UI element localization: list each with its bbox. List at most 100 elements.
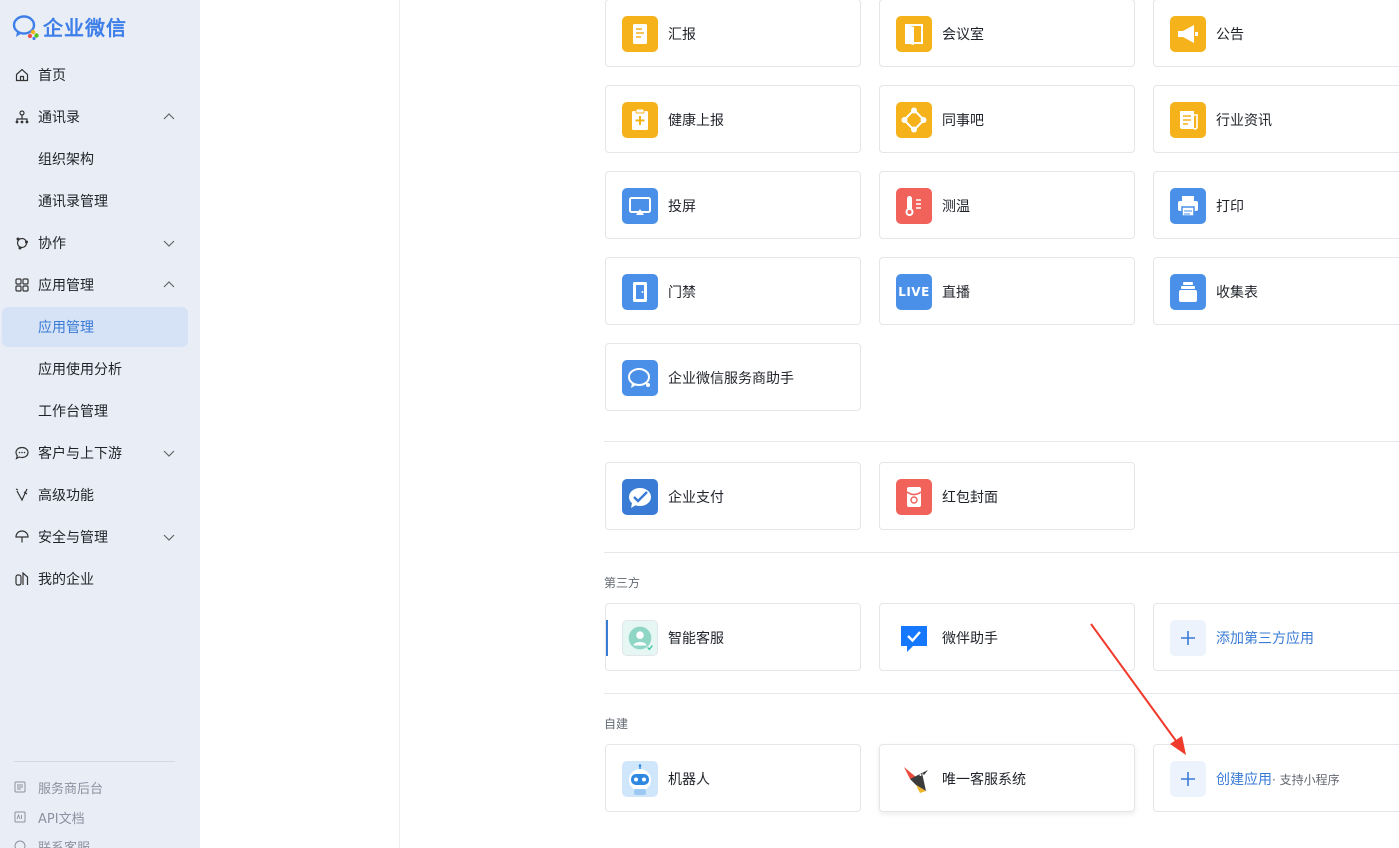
sidebar-item-label: 通讯录 [38, 110, 80, 126]
sidebar-item-app-management[interactable]: 应用管理 [2, 265, 188, 305]
chevron-down-icon [163, 240, 175, 247]
sidebar-item-workbench[interactable]: 工作台管理 [2, 391, 188, 431]
report-icon [622, 16, 658, 52]
smart-service-icon [622, 620, 658, 656]
sidebar: 企业微信 首页 通讯录 组织架构 通讯录管理 协作 应用管理 应用管理 应用使用… [0, 0, 200, 848]
sidebar-item-app-management-sub[interactable]: 应用管理 [2, 307, 188, 347]
section-label-third-party: 第三方 [604, 576, 641, 590]
section-divider [604, 693, 1399, 694]
app-card-unique-service[interactable]: 唯一客服系统 [879, 744, 1135, 812]
app-name: 同事吧 [942, 113, 984, 129]
apps-icon [15, 278, 29, 292]
sidebar-item-label: 首页 [38, 68, 66, 84]
sidebar-item-label: 安全与管理 [38, 530, 108, 546]
app-name: 机器人 [668, 772, 710, 788]
app-card-temperature[interactable]: 测温 [879, 171, 1135, 239]
inbox-stack-icon [1170, 274, 1206, 310]
create-app-subtitle: · 支持小程序 [1272, 773, 1340, 787]
app-card-announcement[interactable]: 公告 [1153, 0, 1399, 67]
api-icon [14, 811, 26, 823]
sidebar-item-label: 工作台管理 [38, 404, 108, 420]
magic-icon [15, 488, 28, 502]
app-name: 红包封面 [942, 490, 998, 506]
chevron-down-icon [163, 450, 175, 457]
printer-icon [1170, 188, 1206, 224]
sidebar-item-label: 高级功能 [38, 488, 94, 504]
sidebar-bottom-label: API文档 [38, 811, 85, 827]
sidebar-item-contacts[interactable]: 通讯录 [2, 97, 188, 137]
sidebar-item-contacts-manage[interactable]: 通讯录管理 [2, 181, 188, 221]
app-card-enterprise-payment[interactable]: 企业支付 [605, 462, 861, 530]
app-card-smart-service[interactable]: 智能客服 [605, 603, 861, 671]
app-name: 汇报 [668, 27, 696, 43]
sidebar-item-home[interactable]: 首页 [2, 55, 188, 95]
app-card-report[interactable]: 汇报 [605, 0, 861, 67]
support-icon [14, 840, 26, 848]
sidebar-item-security[interactable]: 安全与管理 [2, 517, 188, 557]
create-app-button[interactable]: 创建应用· 支持小程序 [1153, 744, 1399, 812]
screen-cast-icon [622, 188, 658, 224]
app-name: 门禁 [668, 285, 696, 301]
app-name: 唯一客服系统 [942, 772, 1026, 788]
panel-divider [399, 0, 400, 848]
app-card-live[interactable]: LIVE 直播 [879, 257, 1135, 325]
sidebar-bottom-label: 联系客服 [38, 840, 91, 848]
app-card-health-report[interactable]: 健康上报 [605, 85, 861, 153]
sidebar-divider [14, 761, 175, 762]
brand-logo[interactable]: 企业微信 [12, 12, 127, 40]
app-card-form-collector[interactable]: 收集表 [1153, 257, 1399, 325]
network-icon [896, 102, 932, 138]
thermometer-icon [896, 188, 932, 224]
sidebar-bottom-support[interactable]: 联系客服 [14, 836, 90, 848]
sidebar-item-my-company[interactable]: 我的企业 [2, 559, 188, 599]
app-card-robot[interactable]: 机器人 [605, 744, 861, 812]
org-icon [15, 110, 29, 124]
live-icon: LIVE [896, 274, 932, 310]
create-app-label: 创建应用· 支持小程序 [1216, 769, 1340, 789]
app-name: 投屏 [668, 199, 696, 215]
hummingbird-icon [896, 761, 932, 797]
sidebar-bottom-api-docs[interactable]: API文档 [14, 807, 85, 827]
collab-icon [16, 237, 28, 250]
brand-name: 企业微信 [43, 15, 127, 40]
app-name: 收集表 [1216, 285, 1258, 301]
app-card-screen-cast[interactable]: 投屏 [605, 171, 861, 239]
app-card-partner-assistant[interactable]: 企业微信服务商助手 [605, 343, 861, 411]
section-divider [604, 441, 1399, 442]
app-name: 健康上报 [668, 113, 724, 129]
sidebar-item-label: 组织架构 [38, 152, 94, 168]
sidebar-item-app-usage[interactable]: 应用使用分析 [2, 349, 188, 389]
app-name: 智能客服 [668, 631, 724, 647]
sidebar-bottom-label: 服务商后台 [38, 781, 104, 797]
selected-indicator [606, 620, 608, 656]
chevron-up-icon [163, 281, 175, 288]
sidebar-item-advanced[interactable]: 高级功能 [2, 475, 188, 515]
app-card-industry-news[interactable]: 行业资讯 [1153, 85, 1399, 153]
sidebar-bottom-service-console[interactable]: 服务商后台 [14, 777, 103, 797]
app-card-weiban-assistant[interactable]: 微伴助手 [879, 603, 1135, 671]
sidebar-item-label: 我的企业 [38, 572, 94, 588]
app-name: 测温 [942, 199, 970, 215]
app-card-print[interactable]: 打印 [1153, 171, 1399, 239]
app-name: 打印 [1216, 199, 1244, 215]
app-name: 行业资讯 [1216, 113, 1272, 129]
add-third-party-app-button[interactable]: 添加第三方应用 [1153, 603, 1399, 671]
building-icon [15, 572, 29, 586]
home-icon [15, 68, 29, 82]
sidebar-item-customers[interactable]: 客户与上下游 [2, 433, 188, 473]
plus-icon [1170, 761, 1206, 797]
red-envelope-icon [896, 479, 932, 515]
clipboard-plus-icon [622, 102, 658, 138]
section-divider [604, 552, 1399, 553]
service-icon [14, 781, 26, 793]
megaphone-icon [1170, 16, 1206, 52]
sidebar-item-label: 协作 [38, 236, 66, 252]
sidebar-item-collab[interactable]: 协作 [2, 223, 188, 263]
app-card-meeting-room[interactable]: 会议室 [879, 0, 1135, 67]
sidebar-item-org-structure[interactable]: 组织架构 [2, 139, 188, 179]
app-name: 企业支付 [668, 490, 724, 506]
weiban-icon [896, 620, 932, 656]
app-card-colleague-bar[interactable]: 同事吧 [879, 85, 1135, 153]
app-card-red-envelope-cover[interactable]: 红包封面 [879, 462, 1135, 530]
app-card-access-control[interactable]: 门禁 [605, 257, 861, 325]
